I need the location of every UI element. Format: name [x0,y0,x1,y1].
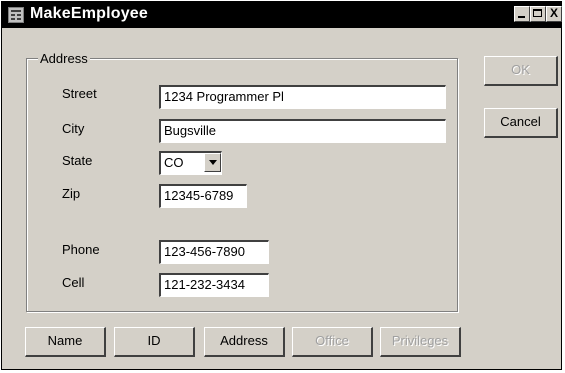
state-dropdown-button[interactable] [204,153,221,172]
app-window-icon[interactable] [8,7,24,23]
city-input[interactable]: Bugsville [159,119,446,143]
close-icon: X [549,6,558,20]
window-title: MakeEmployee [30,5,149,22]
maximize-button[interactable] [530,6,546,22]
privileges-tab-button[interactable]: Privileges [380,327,461,357]
address-tab-button[interactable]: Address [204,327,285,357]
office-tab-button[interactable]: Office [292,327,373,357]
name-tab-button[interactable]: Name [25,327,106,357]
minimize-button[interactable] [514,6,530,22]
cancel-button[interactable]: Cancel [484,108,558,138]
cell-input[interactable]: 121-232-3434 [159,273,269,297]
state-select-value: CO [164,155,184,170]
state-label: State [62,153,93,168]
minimize-icon [518,16,525,18]
zip-input[interactable]: 12345-6789 [159,184,247,208]
title-bar[interactable]: MakeEmployee X [2,2,562,28]
street-label: Street [62,86,97,101]
ok-button[interactable]: OK [484,56,558,86]
zip-label: Zip [62,186,81,201]
address-group-legend: Address [38,51,90,66]
maximize-icon [533,9,542,17]
phone-input[interactable]: 123-456-7890 [159,240,269,264]
close-button[interactable]: X [546,6,562,22]
phone-label: Phone [62,242,100,257]
make-employee-window: MakeEmployee X Address Street 1234 Progr… [1,1,562,370]
state-select[interactable]: CO [159,151,222,175]
chevron-down-icon [209,160,217,165]
id-tab-button[interactable]: ID [114,327,195,357]
cell-label: Cell [62,275,85,290]
street-input[interactable]: 1234 Programmer Pl [159,85,446,109]
city-label: City [62,121,85,136]
